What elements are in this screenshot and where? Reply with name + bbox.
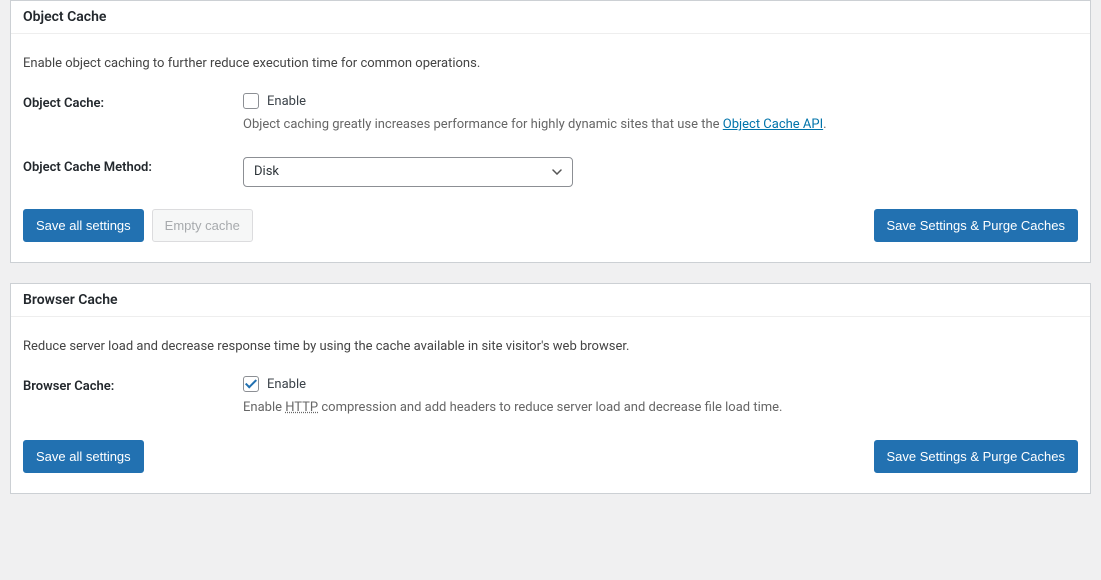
browser-cache-enable-checkbox[interactable] bbox=[243, 376, 259, 392]
object-cache-button-row: Save all settings Empty cache Save Setti… bbox=[23, 209, 1078, 243]
hint-suffix: compression and add headers to reduce se… bbox=[318, 400, 782, 415]
object-cache-enable-hint: Object caching greatly increases perform… bbox=[243, 115, 1078, 135]
hint-suffix: . bbox=[823, 117, 826, 132]
chevron-down-icon bbox=[552, 167, 562, 177]
browser-cache-enable-checkbox-label: Enable bbox=[267, 377, 306, 392]
browser-cache-enable-row: Browser Cache: Enable Enable HTTP compre… bbox=[23, 376, 1078, 418]
object-cache-enable-checkbox[interactable] bbox=[243, 93, 259, 109]
browser-cache-button-row: Save all settings Save Settings & Purge … bbox=[23, 440, 1078, 474]
object-cache-enable-checkbox-label: Enable bbox=[267, 94, 306, 109]
browser-cache-checkbox-line: Enable bbox=[243, 376, 1078, 392]
object-cache-header: Object Cache bbox=[11, 1, 1090, 34]
save-all-settings-button[interactable]: Save all settings bbox=[23, 209, 144, 243]
save-purge-button[interactable]: Save Settings & Purge Caches bbox=[874, 440, 1079, 474]
browser-cache-left-buttons: Save all settings bbox=[23, 440, 144, 474]
browser-cache-header: Browser Cache bbox=[11, 284, 1090, 317]
save-purge-button[interactable]: Save Settings & Purge Caches bbox=[874, 209, 1079, 243]
object-cache-description: Enable object caching to further reduce … bbox=[23, 56, 1078, 71]
object-cache-method-row: Object Cache Method: Disk bbox=[23, 157, 1078, 187]
browser-cache-enable-content: Enable Enable HTTP compression and add h… bbox=[243, 376, 1078, 418]
object-cache-enable-content: Enable Object caching greatly increases … bbox=[243, 93, 1078, 135]
browser-cache-section: Browser Cache Reduce server load and dec… bbox=[10, 283, 1091, 494]
hint-prefix: Enable bbox=[243, 400, 285, 415]
browser-cache-description: Reduce server load and decrease response… bbox=[23, 339, 1078, 354]
object-cache-method-label: Object Cache Method: bbox=[23, 157, 243, 175]
browser-cache-body: Reduce server load and decrease response… bbox=[11, 317, 1090, 493]
http-abbr: HTTP bbox=[285, 400, 318, 415]
empty-cache-button[interactable]: Empty cache bbox=[152, 209, 253, 243]
hint-text: Object caching greatly increases perform… bbox=[243, 117, 723, 132]
object-cache-method-content: Disk bbox=[243, 157, 1078, 187]
object-cache-section: Object Cache Enable object caching to fu… bbox=[10, 0, 1091, 263]
browser-cache-title: Browser Cache bbox=[23, 292, 1078, 308]
save-all-settings-button[interactable]: Save all settings bbox=[23, 440, 144, 474]
object-cache-api-link[interactable]: Object Cache API bbox=[723, 117, 823, 132]
browser-cache-enable-label: Browser Cache: bbox=[23, 376, 243, 394]
object-cache-checkbox-line: Enable bbox=[243, 93, 1078, 109]
object-cache-title: Object Cache bbox=[23, 9, 1078, 25]
object-cache-body: Enable object caching to further reduce … bbox=[11, 34, 1090, 262]
object-cache-method-select[interactable]: Disk bbox=[243, 157, 573, 187]
object-cache-enable-label: Object Cache: bbox=[23, 93, 243, 111]
select-value: Disk bbox=[254, 164, 279, 179]
browser-cache-enable-hint: Enable HTTP compression and add headers … bbox=[243, 398, 1078, 418]
object-cache-left-buttons: Save all settings Empty cache bbox=[23, 209, 253, 243]
object-cache-enable-row: Object Cache: Enable Object caching grea… bbox=[23, 93, 1078, 135]
